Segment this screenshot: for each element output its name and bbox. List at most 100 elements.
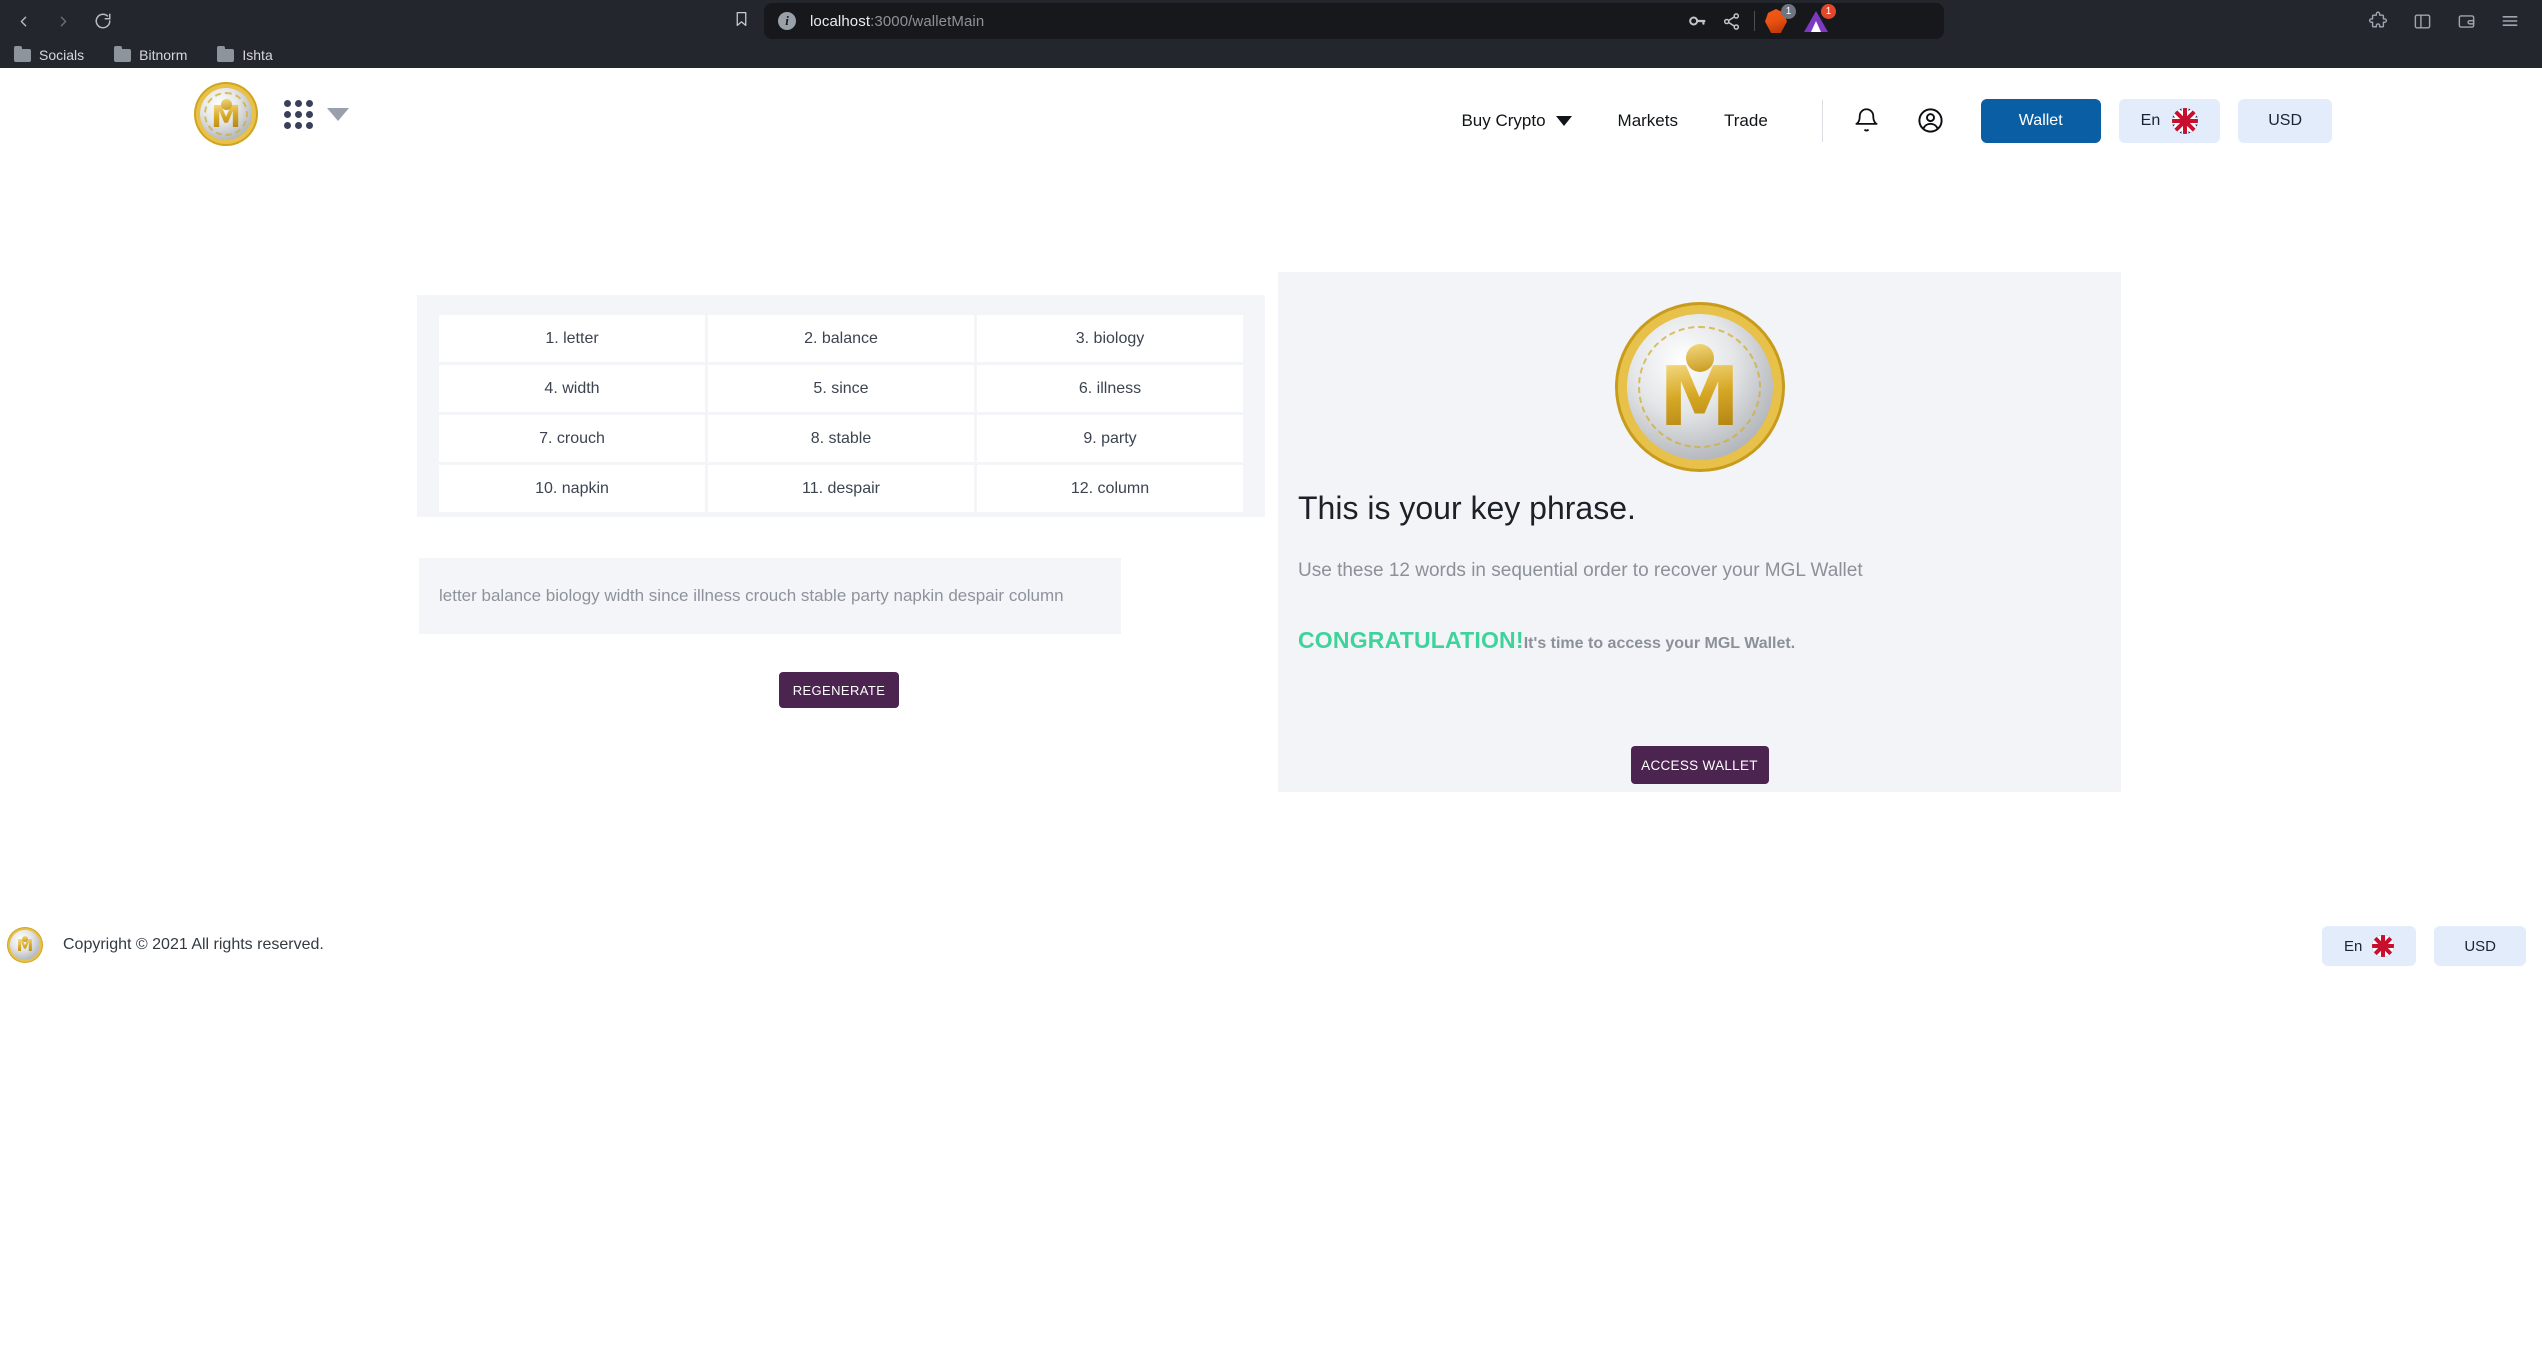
notifications-button[interactable] bbox=[1853, 107, 1880, 134]
bookmark-item-bitnorm[interactable]: Bitnorm bbox=[108, 45, 193, 65]
site-footer: M Copyright © 2021 All rights reserved. … bbox=[0, 908, 2542, 1028]
folder-icon bbox=[14, 45, 31, 62]
mnemonic-word[interactable]: 11. despair bbox=[708, 465, 974, 512]
congratulation-text: CONGRATULATION! bbox=[1298, 627, 1524, 653]
mnemonic-word[interactable]: 1. letter bbox=[439, 315, 705, 362]
mnemonic-word[interactable]: 10. napkin bbox=[439, 465, 705, 512]
mgl-coin-logo: M bbox=[10, 930, 40, 960]
folder-icon bbox=[114, 45, 132, 62]
header-nav: Buy Crypto Markets Trade Wallet En USD bbox=[1461, 68, 2332, 173]
nav-label: Buy Crypto bbox=[1461, 110, 1546, 130]
back-arrow-icon bbox=[20, 16, 26, 26]
back-button[interactable] bbox=[6, 4, 40, 38]
currency-selector[interactable]: USD bbox=[2238, 98, 2332, 143]
wallet-button[interactable]: Wallet bbox=[1980, 98, 2101, 143]
extension-badge: 1 bbox=[1821, 4, 1836, 19]
footer-right-group: En USD bbox=[2321, 926, 2526, 966]
forward-button[interactable] bbox=[46, 4, 80, 38]
site-header: M Buy Crypto Markets Trade Wallet En USD bbox=[0, 68, 2542, 173]
mnemonic-word[interactable]: 3. biology bbox=[977, 315, 1243, 362]
caret-down-icon bbox=[327, 107, 349, 121]
hamburger-menu-icon bbox=[2502, 16, 2518, 26]
bookmark-icon bbox=[736, 11, 747, 26]
footer-currency-selector[interactable]: USD bbox=[2434, 926, 2526, 966]
bookmark-item-socials[interactable]: Socials bbox=[8, 45, 90, 65]
brave-shields-button[interactable]: 1 bbox=[1761, 4, 1796, 36]
share-icon bbox=[1723, 12, 1739, 30]
mnemonic-word[interactable]: 12. column bbox=[977, 465, 1243, 512]
browser-wallet-icon bbox=[2458, 14, 2474, 28]
reload-button[interactable] bbox=[86, 4, 120, 38]
congratulation-line: CONGRATULATION! It's time to access your… bbox=[1298, 627, 1795, 654]
toolbar-extension-group: 1 1 bbox=[1672, 3, 1839, 39]
toolbar-divider bbox=[1754, 11, 1755, 31]
browser-toolbar: i localhost:3000/walletMain 1 1 bbox=[0, 0, 2542, 42]
mgl-coin-logo[interactable]: M bbox=[200, 88, 252, 140]
extension-button[interactable]: 1 bbox=[1801, 4, 1836, 36]
mnemonic-word[interactable]: 2. balance bbox=[708, 315, 974, 362]
browser-wallet-button[interactable] bbox=[2444, 3, 2488, 39]
mnemonic-word[interactable]: 7. crouch bbox=[439, 415, 705, 462]
toolbar-far-right-group bbox=[2356, 3, 2532, 39]
nav-item-trade[interactable]: Trade bbox=[1724, 111, 1768, 131]
share-button[interactable] bbox=[1714, 4, 1748, 38]
language-selector[interactable]: En bbox=[2118, 98, 2221, 143]
bell-icon bbox=[1855, 108, 1878, 132]
url-host: localhost bbox=[810, 12, 871, 30]
account-circle-icon bbox=[1918, 108, 1943, 133]
folder-icon bbox=[217, 45, 235, 62]
soyombo-icon bbox=[1685, 344, 1714, 372]
panel-coin-logo-wrap: M bbox=[1626, 314, 1773, 460]
caret-down-icon bbox=[1555, 115, 1572, 126]
reload-icon bbox=[95, 13, 111, 29]
nav-item-markets[interactable]: Markets bbox=[1618, 111, 1678, 131]
mnemonic-phrase-field[interactable]: letter balance biology width since illne… bbox=[419, 558, 1121, 634]
mnemonic-word-grid: 1. letter 2. balance 3. biology 4. width… bbox=[439, 315, 1243, 512]
sidebar-panel-icon bbox=[2414, 13, 2430, 29]
forward-arrow-icon bbox=[60, 16, 66, 26]
browser-menu-button[interactable] bbox=[2488, 3, 2532, 39]
access-wallet-button[interactable]: ACCESS WALLET bbox=[1630, 746, 1769, 784]
key-phrase-panel: M This is your key phrase. Use these 12 … bbox=[1278, 272, 2121, 792]
extensions-button[interactable] bbox=[2356, 3, 2400, 39]
mnemonic-word[interactable]: 4. width bbox=[439, 365, 705, 412]
mnemonic-word[interactable]: 9. party bbox=[977, 415, 1243, 462]
account-button[interactable] bbox=[1916, 106, 1945, 135]
congratulation-subtext: It's time to access your MGL Wallet. bbox=[1523, 635, 1796, 652]
language-label: En bbox=[2140, 111, 2161, 129]
password-manager-button[interactable] bbox=[1680, 4, 1714, 38]
url-path: :3000/walletMain bbox=[870, 12, 985, 30]
panel-title: This is your key phrase. bbox=[1298, 490, 1636, 526]
bookmark-item-ishta[interactable]: Ishta bbox=[211, 45, 278, 65]
nav-item-buy-crypto[interactable]: Buy Crypto bbox=[1461, 110, 1572, 131]
footer-left-group: M Copyright © 2021 All rights reserved. bbox=[10, 930, 324, 960]
mnemonic-word[interactable]: 5. since bbox=[708, 365, 974, 412]
uk-flag-icon bbox=[2372, 935, 2395, 957]
mnemonic-panel: 1. letter 2. balance 3. biology 4. width… bbox=[417, 295, 1265, 517]
footer-language-selector[interactable]: En bbox=[2321, 926, 2417, 966]
sidebar-toggle-button[interactable] bbox=[2400, 3, 2444, 39]
header-divider bbox=[1821, 99, 1823, 142]
bookmark-label: Ishta bbox=[242, 47, 273, 63]
apps-grid-menu[interactable] bbox=[284, 99, 349, 129]
soyombo-icon bbox=[22, 936, 28, 942]
mgl-coin-logo: M bbox=[1626, 314, 1773, 460]
copyright-text: Copyright © 2021 All rights reserved. bbox=[63, 936, 324, 953]
app-viewport: M Buy Crypto Markets Trade Wallet En USD… bbox=[0, 68, 2542, 1361]
browser-chrome: i localhost:3000/walletMain 1 1 Socials … bbox=[0, 0, 2542, 68]
mnemonic-word[interactable]: 8. stable bbox=[708, 415, 974, 462]
bookmark-button[interactable] bbox=[733, 10, 750, 33]
bookmark-label: Bitnorm bbox=[139, 47, 188, 63]
language-label: En bbox=[2343, 937, 2363, 955]
panel-subtitle: Use these 12 words in sequential order t… bbox=[1298, 560, 1863, 581]
soyombo-icon bbox=[220, 99, 232, 110]
mnemonic-word[interactable]: 6. illness bbox=[977, 365, 1243, 412]
regenerate-button[interactable]: REGENERATE bbox=[779, 672, 899, 708]
brand-group: M bbox=[200, 88, 349, 140]
key-icon bbox=[1689, 16, 1706, 26]
url-text: localhost:3000/walletMain bbox=[810, 13, 984, 30]
info-icon[interactable]: i bbox=[778, 12, 796, 30]
grid-menu-icon bbox=[284, 99, 313, 129]
puzzle-icon bbox=[2369, 11, 2387, 28]
brave-shields-badge: 1 bbox=[1781, 4, 1796, 19]
